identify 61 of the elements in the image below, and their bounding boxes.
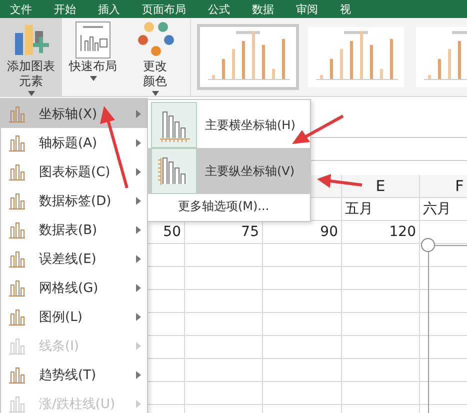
annotation-arrow <box>317 174 362 188</box>
submenu-arrow-icon <box>136 342 141 350</box>
ribbon-button[interactable]: 快速布局 <box>62 18 124 96</box>
ribbon-tab[interactable]: 审阅 <box>296 2 318 16</box>
chart-icon <box>7 366 27 384</box>
menu-item[interactable]: 更多轴选项(M)... <box>148 194 310 219</box>
chart-icon <box>7 220 27 238</box>
chart-icon <box>7 162 27 180</box>
submenu-arrow-icon <box>136 370 141 378</box>
resize-handle[interactable] <box>421 238 435 252</box>
table-cell: 75 <box>241 224 259 240</box>
menu-item[interactable]: 主要纵坐标轴(V) <box>148 148 310 194</box>
table-cell: 六月 <box>423 200 451 218</box>
chart-icon <box>7 250 27 268</box>
ribbon-tab[interactable]: 开始 <box>54 2 76 16</box>
menu-item[interactable]: 主要横坐标轴(H) <box>148 102 310 148</box>
ribbon-tab[interactable]: 公式 <box>208 2 230 16</box>
chart-icon <box>7 192 27 210</box>
submenu-arrow-icon <box>136 284 141 292</box>
submenu-arrow-icon <box>136 168 141 176</box>
ribbon-tab[interactable]: 数据 <box>252 2 274 16</box>
menu-item[interactable]: 误差线(E) <box>1 244 147 273</box>
ribbon-tab[interactable]: 视 <box>340 2 351 16</box>
caret-icon <box>152 91 158 96</box>
submenu-arrow-icon <box>136 312 141 320</box>
color-palette-icon <box>135 21 175 59</box>
table-cell: 120 <box>389 224 416 240</box>
caret-icon <box>28 91 34 96</box>
table-cell: 五月 <box>345 200 373 218</box>
menu-item[interactable]: 图例(L) <box>1 302 147 331</box>
menu-item[interactable]: 坐标轴(X) <box>1 99 147 128</box>
submenu-arrow-icon <box>136 400 141 408</box>
submenu-arrow-icon <box>136 226 141 234</box>
chart-icon <box>7 134 27 152</box>
menu-item[interactable]: 图表标题(C) <box>1 157 147 186</box>
menu-item[interactable]: 数据标签(D) <box>1 186 147 215</box>
chart-icon <box>7 308 27 326</box>
ribbon-button[interactable]: 添加图表 元素 <box>0 18 62 96</box>
chart-icon <box>7 104 27 122</box>
chart-icon <box>7 278 27 296</box>
caret-icon <box>90 76 96 81</box>
table-cell: 50 <box>163 224 181 240</box>
submenu-arrow-icon <box>136 254 141 262</box>
quick-layout-icon <box>73 21 113 59</box>
table-cell: 90 <box>320 224 338 240</box>
axis-icon <box>151 102 197 148</box>
menu-item[interactable]: 轴标题(A) <box>1 128 147 157</box>
axis-icon <box>151 148 197 194</box>
menu-item[interactable]: 趋势线(T) <box>1 360 147 389</box>
submenu-arrow-icon <box>136 110 141 118</box>
menu-item[interactable]: 数据表(B) <box>1 215 147 244</box>
submenu-arrow-icon <box>136 196 141 204</box>
column-header[interactable]: E <box>376 177 386 195</box>
column-header[interactable]: F <box>455 177 464 195</box>
ribbon-button[interactable]: 更改 颜色 <box>124 18 186 96</box>
ribbon-tab[interactable]: 页面布局 <box>142 2 186 16</box>
menu-item[interactable]: 网格线(G) <box>1 273 147 302</box>
chart-icon <box>7 336 27 354</box>
ribbon-tab[interactable]: 插入 <box>98 2 120 16</box>
ribbon-tab[interactable]: 文件 <box>10 2 32 16</box>
submenu-arrow-icon <box>136 138 141 146</box>
